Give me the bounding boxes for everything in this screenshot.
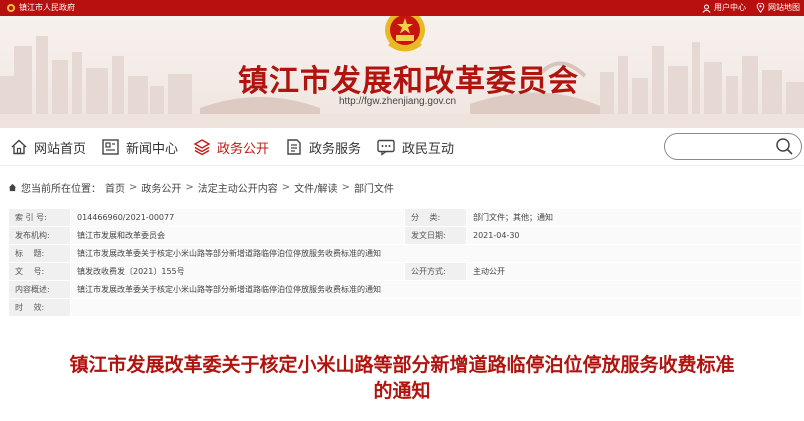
search-input[interactable] xyxy=(675,138,775,156)
user-center-link[interactable]: 用户中心 xyxy=(702,0,746,16)
nav-label-news[interactable]: 新闻中心 xyxy=(126,138,178,157)
open-mode-label: 公开方式: xyxy=(404,262,467,281)
nav-label-interaction[interactable]: 政民互动 xyxy=(402,138,454,157)
site-url: http://fgw.zhenjiang.gov.cn xyxy=(339,96,457,107)
publisher-label: 发布机构: xyxy=(8,226,71,245)
nav-label-services[interactable]: 政务服务 xyxy=(309,138,361,157)
gov-site-name[interactable]: 镇江市人民政府 xyxy=(19,0,75,16)
layers-icon xyxy=(193,139,211,156)
breadcrumb-separator: > xyxy=(281,181,291,193)
docno-value: 镇发改收费发〔2021〕155号 xyxy=(70,262,405,281)
gov-emblem-icon xyxy=(7,4,15,12)
validity-value xyxy=(70,298,802,317)
index-value: 014466960/2021-00077 xyxy=(70,208,405,227)
breadcrumb: 您当前所在位置： 首页 > 政务公开 > 法定主动公开内容 > 文件/解读 > … xyxy=(8,180,394,195)
index-label: 索 引 号: xyxy=(8,208,71,227)
validity-label: 时 效: xyxy=(8,298,71,317)
top-bar: 镇江市人民政府 用户中心 网站地图 xyxy=(0,0,804,16)
summary-label: 内容概述: xyxy=(8,280,71,299)
table-row: 发布机构: 镇江市发展和改革委员会 发文日期: 2021-04-30 xyxy=(8,226,802,245)
table-row: 标 题: 镇江市发展改革委关于核定小米山路等部分新增道路临停泊位停放服务收费标准… xyxy=(8,244,802,263)
document-title-line-2: 的通知 xyxy=(373,380,431,402)
home-small-icon xyxy=(8,183,17,191)
site-title: 镇江市发展和改革委员会 xyxy=(238,64,579,99)
location-icon xyxy=(756,3,765,13)
table-row: 索 引 号: 014466960/2021-00077 分 类: 部门文件；其他… xyxy=(8,208,802,227)
open-mode-value: 主动公开 xyxy=(466,262,802,281)
newspaper-icon xyxy=(102,139,119,155)
nav-label-home[interactable]: 网站首页 xyxy=(34,138,86,157)
breadcrumb-separator: > xyxy=(341,181,350,193)
breadcrumb-separator: > xyxy=(185,181,194,193)
document-title-line-1: 镇江市发展改革委关于核定小米山路等部分新增道路临停泊位停放服务收费标准 xyxy=(69,354,735,376)
document-icon xyxy=(287,139,301,155)
home-icon xyxy=(11,139,27,155)
table-row: 内容概述: 镇江市发展改革委关于核定小米山路等部分新增道路临停泊位停放服务收费标… xyxy=(8,280,802,299)
table-row: 文 号: 镇发改收费发〔2021〕155号 公开方式: 主动公开 xyxy=(8,262,802,281)
breadcrumb-item-home[interactable]: 首页 xyxy=(105,180,125,195)
breadcrumb-item-statutory[interactable]: 法定主动公开内容 xyxy=(198,180,278,195)
nav-item-news[interactable]: 新闻中心 xyxy=(101,136,178,158)
nav-item-public-affairs[interactable]: 政务公开 xyxy=(193,136,269,158)
document-meta-table: 索 引 号: 014466960/2021-00077 分 类: 部门文件；其他… xyxy=(8,208,802,317)
category-label: 分 类: xyxy=(404,208,467,227)
sitemap-label[interactable]: 网站地图 xyxy=(768,0,800,16)
table-row: 时 效: xyxy=(8,298,802,317)
nav-item-interaction[interactable]: 政民互动 xyxy=(376,136,454,158)
chat-icon xyxy=(377,139,395,156)
user-icon xyxy=(702,3,711,13)
summary-value: 镇江市发展改革委关于核定小米山路等部分新增道路临停泊位停放服务收费标准的通知 xyxy=(70,280,802,299)
search-icon[interactable] xyxy=(775,137,794,156)
publisher-value: 镇江市发展和改革委员会 xyxy=(70,226,405,245)
category-value: 部门文件；其他；通知 xyxy=(466,208,802,227)
gov-link[interactable]: 镇江市人民政府 xyxy=(6,0,75,16)
nav-label-public-affairs[interactable]: 政务公开 xyxy=(217,138,269,157)
search-box[interactable] xyxy=(664,133,802,160)
docno-label: 文 号: xyxy=(8,262,71,281)
sitemap-link[interactable]: 网站地图 xyxy=(756,0,800,16)
breadcrumb-item-public-affairs[interactable]: 政务公开 xyxy=(141,180,181,195)
nav-item-services[interactable]: 政务服务 xyxy=(285,136,361,158)
date-label: 发文日期: xyxy=(404,226,467,245)
nav-item-home[interactable]: 网站首页 xyxy=(10,136,86,158)
user-center-label[interactable]: 用户中心 xyxy=(714,0,746,16)
breadcrumb-prefix: 您当前所在位置： xyxy=(21,183,101,195)
breadcrumb-item-dept-files[interactable]: 部门文件 xyxy=(354,180,394,195)
header-banner: 镇江市发展和改革委员会 http://fgw.zhenjiang.gov.cn xyxy=(0,16,804,128)
title-value: 镇江市发展改革委关于核定小米山路等部分新增道路临停泊位停放服务收费标准的通知 xyxy=(70,244,802,263)
date-value: 2021-04-30 xyxy=(466,226,802,245)
document-title: 镇江市发展改革委关于核定小米山路等部分新增道路临停泊位停放服务收费标准 的通知 xyxy=(0,352,804,404)
title-label: 标 题: xyxy=(8,244,71,263)
national-emblem-icon xyxy=(385,16,425,52)
breadcrumb-separator: > xyxy=(129,181,138,193)
breadcrumb-item-files[interactable]: 文件/解读 xyxy=(294,180,337,195)
